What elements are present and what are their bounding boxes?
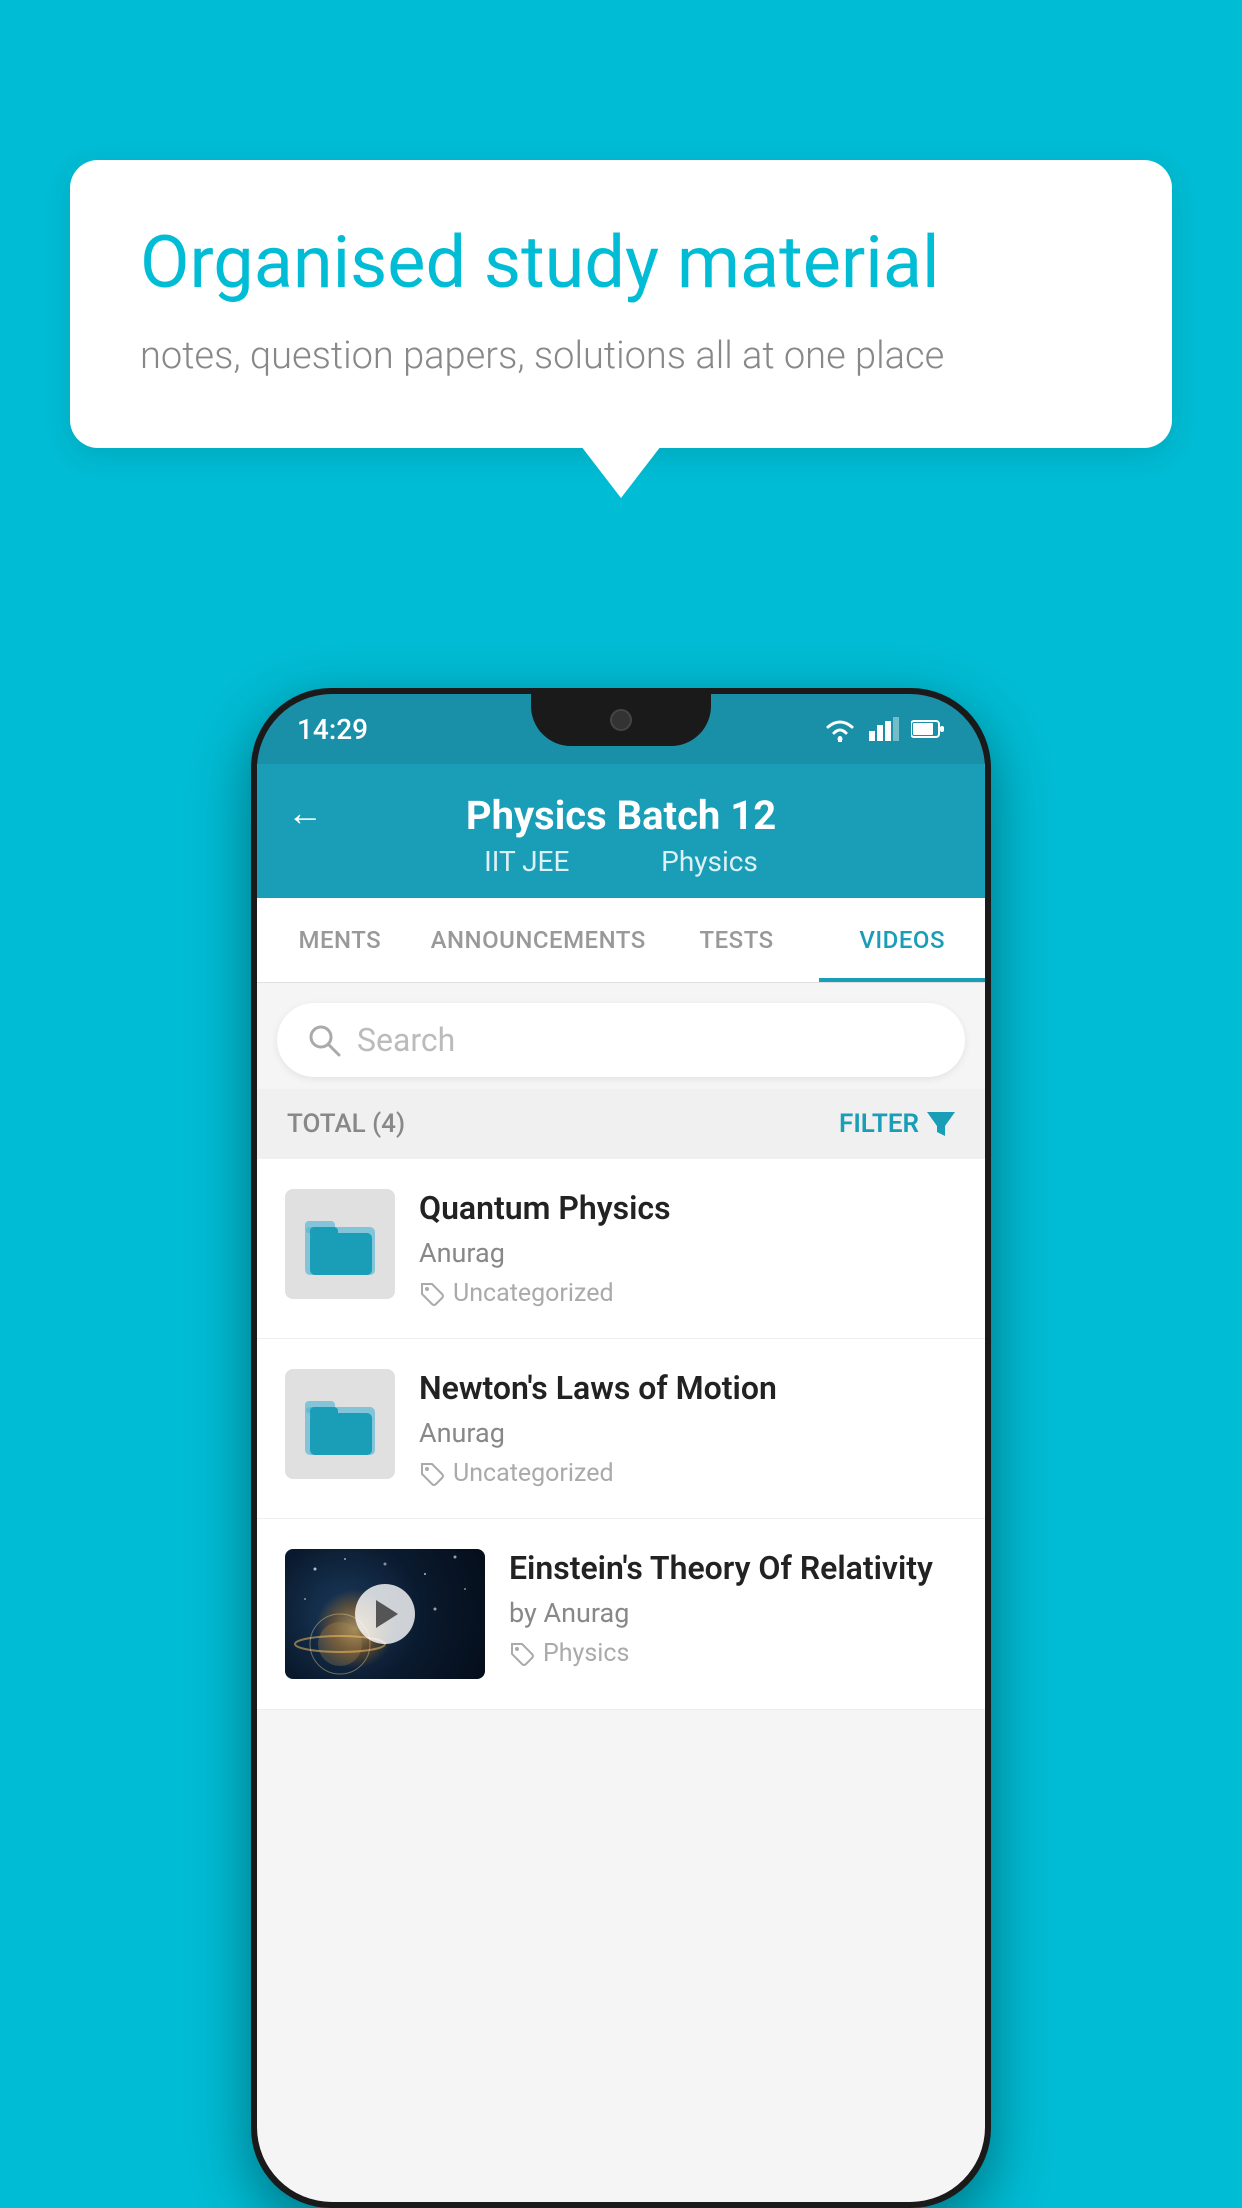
item-tag: Uncategorized: [419, 1459, 957, 1488]
item-video-thumbnail: [285, 1549, 485, 1679]
folder-icon: [300, 1389, 380, 1459]
tab-videos[interactable]: VIDEOS: [819, 898, 985, 982]
item-info: Newton's Laws of Motion Anurag Uncategor…: [419, 1369, 957, 1488]
speech-bubble-card: Organised study material notes, question…: [70, 160, 1172, 448]
item-tag-text: Uncategorized: [453, 1279, 614, 1308]
status-icons: [823, 716, 945, 742]
search-input-placeholder: Search: [357, 1021, 455, 1059]
status-time: 14:29: [297, 713, 368, 746]
tag-icon: [419, 1461, 445, 1487]
phone-notch: [531, 694, 711, 746]
camera-dot: [610, 709, 632, 731]
item-title: Einstein's Theory Of Relativity: [509, 1549, 957, 1587]
list-item[interactable]: Einstein's Theory Of Relativity by Anura…: [257, 1519, 985, 1710]
item-title: Newton's Laws of Motion: [419, 1369, 957, 1407]
phone-inner: 14:29: [257, 694, 985, 2202]
list-item[interactable]: Newton's Laws of Motion Anurag Uncategor…: [257, 1339, 985, 1519]
battery-icon: [911, 719, 945, 739]
tab-announcements[interactable]: ANNOUNCEMENTS: [423, 898, 654, 982]
item-tag: Physics: [509, 1639, 957, 1668]
filter-bar: TOTAL (4) FILTER: [257, 1089, 985, 1159]
list-item[interactable]: Quantum Physics Anurag Uncategorized: [257, 1159, 985, 1339]
tab-tests[interactable]: TESTS: [654, 898, 820, 982]
item-info: Quantum Physics Anurag Uncategorized: [419, 1189, 957, 1308]
item-tag-text: Physics: [543, 1639, 629, 1668]
item-title: Quantum Physics: [419, 1189, 957, 1227]
tab-ments[interactable]: MENTS: [257, 898, 423, 982]
filter-button[interactable]: FILTER: [839, 1109, 955, 1139]
speech-bubble-title: Organised study material: [140, 220, 1102, 306]
header-subtitle: IIT JEE Physics: [468, 845, 774, 878]
filter-icon: [927, 1112, 955, 1136]
item-author: Anurag: [419, 1417, 957, 1449]
folder-icon: [300, 1209, 380, 1279]
total-count: TOTAL (4): [287, 1109, 405, 1139]
item-info: Einstein's Theory Of Relativity by Anura…: [509, 1549, 957, 1668]
app-header: ← Physics Batch 12 IIT JEE Physics: [257, 764, 985, 898]
header-tag-separator: [608, 845, 622, 878]
tag-icon: [419, 1281, 445, 1307]
header-tag-physics: Physics: [661, 845, 758, 878]
header-tag-iitjee: IIT JEE: [484, 845, 569, 878]
play-button[interactable]: [355, 1584, 415, 1644]
tabs-bar: MENTS ANNOUNCEMENTS TESTS VIDEOS: [257, 898, 985, 983]
header-title: Physics Batch 12: [466, 792, 776, 839]
item-author: Anurag: [419, 1237, 957, 1269]
search-bar[interactable]: Search: [277, 1003, 965, 1077]
tag-icon: [509, 1641, 535, 1667]
speech-bubble-subtitle: notes, question papers, solutions all at…: [140, 334, 1102, 378]
phone-frame: 14:29: [251, 688, 991, 2208]
video-list: Quantum Physics Anurag Uncategorized: [257, 1159, 985, 1710]
item-tag: Uncategorized: [419, 1279, 957, 1308]
wifi-icon: [823, 716, 857, 742]
play-triangle: [376, 1600, 398, 1628]
item-tag-text: Uncategorized: [453, 1459, 614, 1488]
item-author: by Anurag: [509, 1597, 957, 1629]
search-icon: [307, 1023, 341, 1057]
back-button[interactable]: ←: [287, 792, 323, 834]
signal-icon: [869, 717, 899, 741]
app-content: ← Physics Batch 12 IIT JEE Physics MENTS…: [257, 764, 985, 2202]
item-thumbnail: [285, 1189, 395, 1299]
item-thumbnail: [285, 1369, 395, 1479]
